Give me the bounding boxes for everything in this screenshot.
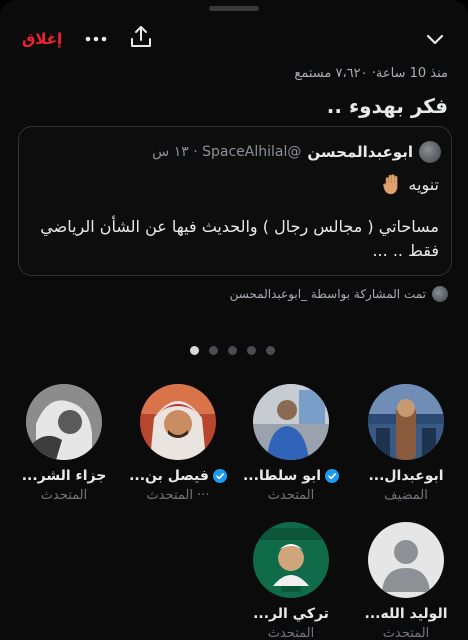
speaker-role: المتحدث xyxy=(267,626,315,640)
speaker-card[interactable]: جزاء الشر... المتحدث xyxy=(14,384,114,503)
speaker-avatar[interactable] xyxy=(368,384,444,460)
speaker-card[interactable]: ابو سلطا... المتحدث xyxy=(241,384,341,503)
page-dot[interactable] xyxy=(190,346,199,355)
speaker-avatar[interactable] xyxy=(253,384,329,460)
tweet-author-name[interactable]: ابوعبدالمحسن xyxy=(307,143,413,161)
speaker-name-row: جزاء الشر... xyxy=(14,468,114,484)
speaker-role: ··· المتحدث xyxy=(146,488,210,503)
speaker-role: المضيف xyxy=(384,488,428,503)
page-dot[interactable] xyxy=(209,346,218,355)
raised-hand-icon xyxy=(383,174,398,195)
tweet-body: مساحاتي ( مجالس رجال ) والحديث فيها عن ا… xyxy=(40,217,439,260)
verified-badge-icon xyxy=(212,469,227,483)
page-dot[interactable] xyxy=(266,346,275,355)
top-bar: إغلاق xyxy=(0,22,468,58)
close-button[interactable]: إغلاق xyxy=(22,30,62,48)
speaker-role: المتحدث xyxy=(267,488,315,503)
speaker-role: المتحدث xyxy=(40,488,88,503)
tweet-notice-text: تنويه xyxy=(408,174,439,194)
speaker-name-row: فيصل بن... xyxy=(128,468,228,484)
speaker-card[interactable]: الوليد الله... المتحدث xyxy=(356,522,456,640)
speaker-name: جزاء الشر... xyxy=(21,468,107,484)
shared-by-text: تمت المشاركة بواسطة ‏_ابوعبدالمحسن xyxy=(229,287,426,301)
tweet-handle-time: @SpaceAlhilal · ١٣ س xyxy=(152,144,302,160)
space-sheet: إغلاق منذ 10 ساعة· ٧،٦٢٠ مستمع فكر بهدوء… xyxy=(0,0,468,640)
speaker-card[interactable]: تركي الر... المتحدث xyxy=(241,522,341,640)
shared-by-line: تمت المشاركة بواسطة ‏_ابوعبدالمحسن xyxy=(230,286,448,302)
tweet-notice-line: تنويه xyxy=(382,173,439,195)
ksa-logo-icon xyxy=(253,522,329,598)
speaker-name-row: ابوعبدال... xyxy=(356,468,456,484)
speaker-name-row: تركي الر... xyxy=(241,606,341,622)
speaker-role: المتحدث xyxy=(382,626,430,640)
speaker-avatar[interactable] xyxy=(368,522,444,598)
default-avatar-icon xyxy=(368,522,444,598)
tweet-author-avatar[interactable] xyxy=(419,141,441,163)
page-dot[interactable] xyxy=(247,346,256,355)
shared-by-avatar xyxy=(432,286,448,302)
speaker-card[interactable]: فيصل بن... ··· المتحدث xyxy=(128,384,228,503)
speaker-name: ابو سلطا... xyxy=(242,468,322,484)
speaker-name: الوليد الله... xyxy=(364,606,448,622)
verified-badge-icon xyxy=(325,469,340,483)
speaker-avatar[interactable] xyxy=(140,384,216,460)
speaker-name-row: الوليد الله... xyxy=(356,606,456,622)
more-horizontal-icon[interactable] xyxy=(84,28,108,50)
page-indicator xyxy=(190,346,280,356)
speaker-name-row: ابو سلطا... xyxy=(241,468,341,484)
space-meta: منذ 10 ساعة· ٧،٦٢٠ مستمع xyxy=(294,66,448,81)
share-icon[interactable] xyxy=(128,24,154,50)
drag-handle[interactable] xyxy=(209,6,259,11)
speaker-name: ابوعبدال... xyxy=(368,468,444,484)
speaker-name: فيصل بن... xyxy=(129,468,209,484)
speaker-name: تركي الر... xyxy=(253,606,329,622)
page-dot[interactable] xyxy=(228,346,237,355)
speaker-card[interactable]: ابوعبدال... المضيف xyxy=(356,384,456,503)
tweet-header: ابوعبدالمحسن @SpaceAlhilal · ١٣ س xyxy=(152,141,441,163)
space-title: فكر بهدوء .. xyxy=(326,94,448,118)
speaker-avatar[interactable] xyxy=(26,384,102,460)
chevron-down-icon[interactable] xyxy=(422,26,448,52)
speaker-avatar[interactable] xyxy=(253,522,329,598)
pinned-tweet-card[interactable]: ابوعبدالمحسن @SpaceAlhilal · ١٣ س تنويه … xyxy=(18,126,452,276)
